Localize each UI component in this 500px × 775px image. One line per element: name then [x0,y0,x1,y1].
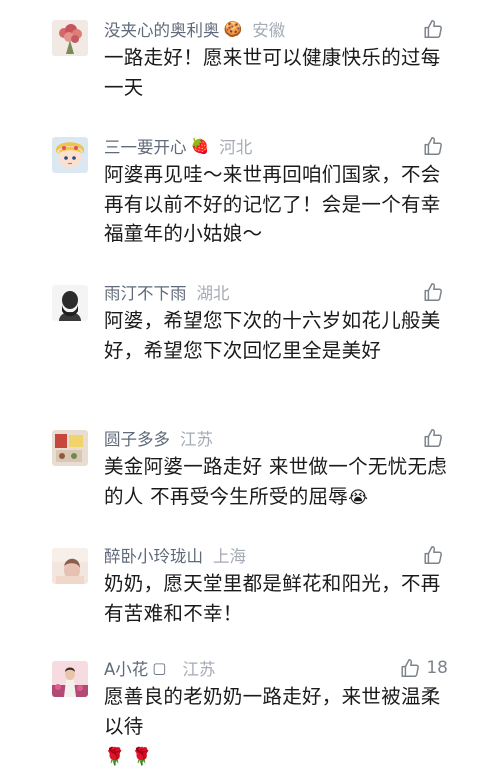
location-label: 江苏 [180,430,213,449]
comment-text: 一路走好！愿来世可以健康快乐的过每一天 [104,43,454,102]
rose-emoji: 🌹 🌹 [104,747,153,767]
user-avatar[interactable] [52,548,88,584]
thumbs-up-icon [422,427,444,449]
location-label: 河北 [219,138,253,157]
comment-body: 一路走好！愿来世可以健康快乐的过每一天 [104,46,441,99]
comment-body: 愿善良的老奶奶一路走好，来世被温柔以待 [104,685,441,738]
username[interactable]: 没夹心的奥利奥 [104,17,220,41]
username[interactable]: 圆子多多 [104,426,170,450]
thumbs-up-icon [422,135,444,157]
comment-text: 阿婆再见哇～来世再回咱们国家，不会再有以前不好的记忆了！会是一个有幸福童年的小姑… [104,160,454,249]
username[interactable]: 醉卧小玲珑山 [104,543,203,567]
strawberry-emoji: 🍓 [190,137,210,155]
comment-meta: 圆子多多 江苏 [104,426,213,450]
like-button[interactable] [422,543,444,567]
comment-text: 愿善良的老奶奶一路走好，来世被温柔以待 🌹 🌹 [104,682,454,773]
user-avatar[interactable] [52,661,88,697]
location-label: 上海 [213,547,246,566]
user-avatar[interactable] [52,137,88,173]
comment-body: 美金阿婆一路走好 来世做一个无忧无虑的人 不再受今生所受的屈辱 [104,455,448,508]
comment-body: 奶奶，愿天堂里都是鲜花和阳光，不再有苦难和不幸！ [104,572,441,625]
comment-body: 阿婆，希望您下次的十六岁如花儿般美好，希望您下次回忆里全是美好 [104,309,441,362]
crying-face-emoji: 😭 [348,487,369,508]
like-button[interactable] [422,17,444,41]
comment-meta: A小花 ▢ 江苏 [104,656,215,680]
comment-meta: 雨汀不下雨 湖北 [104,280,230,304]
location-label: 湖北 [196,284,230,303]
comment-body: 阿婆再见哇～来世再回咱们国家，不会再有以前不好的记忆了！会是一个有幸福童年的小姑… [104,163,441,245]
username[interactable]: A小花 [104,656,148,680]
thumbs-up-icon [422,18,444,40]
like-button[interactable] [422,134,444,158]
comment-meta: 没夹心的奥利奥 🍪 安徽 [104,17,285,41]
unrendered-glyph: ▢ [152,659,167,677]
username[interactable]: 雨汀不下雨 [104,280,187,304]
like-count: 18 [426,658,448,678]
comment-text: 奶奶，愿天堂里都是鲜花和阳光，不再有苦难和不幸！ [104,569,454,628]
like-button[interactable]: 18 [399,656,448,680]
like-button[interactable] [422,426,444,450]
thumbs-up-icon [422,544,444,566]
user-avatar[interactable] [52,285,88,321]
user-avatar[interactable] [52,20,88,56]
thumbs-up-icon [422,281,444,303]
user-avatar[interactable] [52,430,88,466]
username[interactable]: 三一要开心 [104,134,187,158]
thumbs-up-icon [399,657,421,679]
comment-meta: 三一要开心 🍓 河北 [104,134,252,158]
location-label: 安徽 [252,21,286,40]
cookie-emoji: 🍪 [223,20,243,38]
comment-meta: 醉卧小玲珑山 上海 [104,543,246,567]
like-button[interactable] [422,280,444,304]
comment-text: 美金阿婆一路走好 来世做一个无忧无虑的人 不再受今生所受的屈辱😭 [104,452,454,513]
location-label: 江苏 [182,660,216,679]
comment-text: 阿婆，希望您下次的十六岁如花儿般美好，希望您下次回忆里全是美好 [104,306,454,365]
